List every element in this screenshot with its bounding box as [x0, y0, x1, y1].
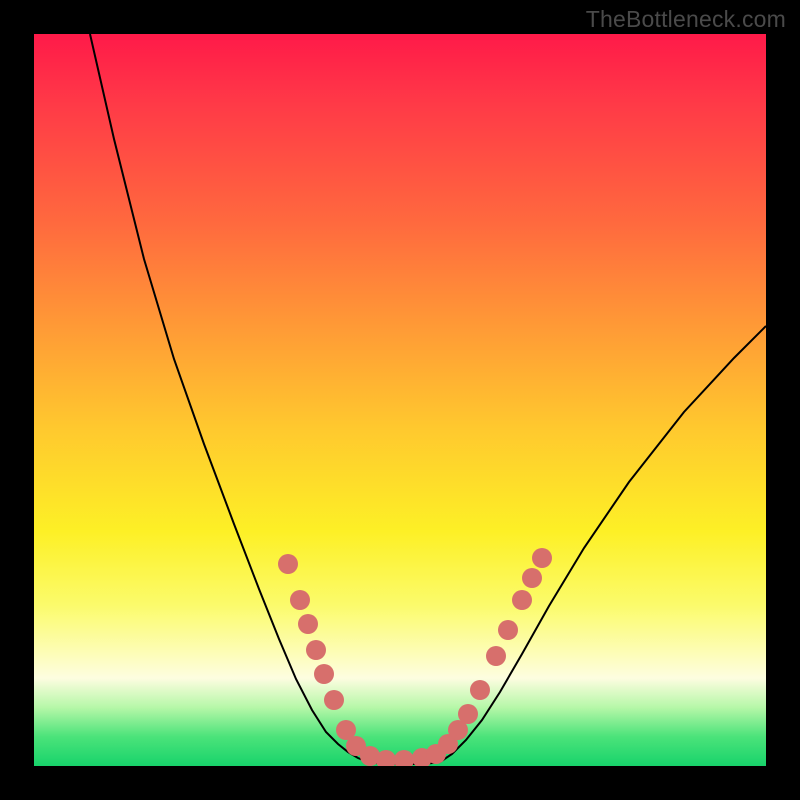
sample-dot	[314, 664, 334, 684]
sample-dot	[522, 568, 542, 588]
chart-overlay	[34, 34, 766, 766]
sample-dot	[486, 646, 506, 666]
sample-dot	[290, 590, 310, 610]
sample-dot	[532, 548, 552, 568]
sample-dot	[306, 640, 326, 660]
sample-dot	[278, 554, 298, 574]
sample-dot	[298, 614, 318, 634]
sample-dots	[278, 548, 552, 766]
attribution-text: TheBottleneck.com	[586, 6, 786, 33]
sample-dot	[512, 590, 532, 610]
plot-area	[34, 34, 766, 766]
sample-dot	[470, 680, 490, 700]
bottleneck-curve	[90, 34, 766, 764]
sample-dot	[458, 704, 478, 724]
sample-dot	[324, 690, 344, 710]
sample-dot	[498, 620, 518, 640]
chart-frame: TheBottleneck.com	[0, 0, 800, 800]
sample-dot	[394, 750, 414, 766]
